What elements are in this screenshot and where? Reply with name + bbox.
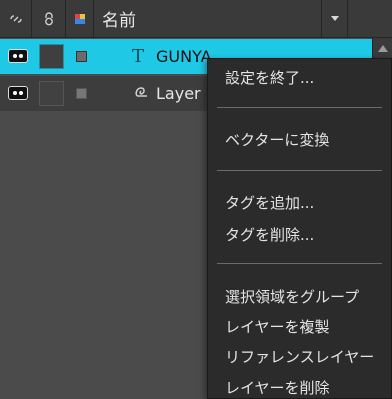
- chevron-down-icon: [330, 16, 339, 21]
- link-icon: [9, 14, 22, 23]
- menu-item-exit-settings[interactable]: 設定を終了...: [225, 67, 314, 88]
- lock-icon: [43, 11, 55, 26]
- menu-separator: [217, 170, 382, 171]
- eye-icon[interactable]: [8, 86, 28, 100]
- name-column-header[interactable]: 名前: [94, 0, 322, 37]
- context-menu: 設定を終了... ベクターに変換 タグを追加... タグを削除... 選択領域を…: [207, 58, 392, 399]
- layer-thumbnail: [39, 81, 64, 106]
- layer-name[interactable]: GUNYA: [156, 47, 212, 66]
- menu-item-remove-tag[interactable]: タグを削除...: [225, 224, 314, 245]
- scroll-up-icon[interactable]: [378, 45, 388, 52]
- name-column-label: 名前: [102, 11, 136, 31]
- eye-icon[interactable]: [8, 49, 28, 63]
- menu-item-group-selection[interactable]: 選択領域をグループ: [225, 286, 359, 307]
- lock-column-header[interactable]: [32, 0, 66, 37]
- color-label-column-header[interactable]: [66, 0, 94, 37]
- layer-mask-icon[interactable]: [76, 51, 87, 62]
- menu-item-add-tag[interactable]: タグを追加...: [225, 192, 314, 213]
- menu-separator: [217, 263, 382, 264]
- text-layer-icon: T: [132, 46, 145, 67]
- vector-layer-icon: [134, 85, 150, 99]
- layer-panel-header: 名前: [0, 0, 392, 38]
- layer-thumbnail: [39, 44, 64, 69]
- menu-item-delete-layer[interactable]: レイヤーを削除: [225, 377, 330, 398]
- layer-mask-icon[interactable]: [76, 88, 87, 99]
- color-label-icon: [74, 13, 85, 24]
- menu-separator: [217, 107, 382, 108]
- link-column-header[interactable]: [0, 0, 32, 37]
- header-dropdown-button[interactable]: [322, 0, 348, 37]
- menu-item-duplicate-layer[interactable]: レイヤーを複製: [225, 316, 330, 337]
- menu-item-reference-layer[interactable]: リファレンスレイヤー: [225, 346, 374, 367]
- menu-item-convert-to-vector[interactable]: ベクターに変換: [225, 129, 329, 150]
